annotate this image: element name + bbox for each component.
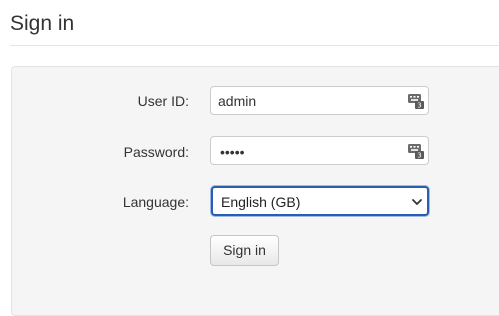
password-masked-value: ••••• [220,144,245,160]
user-id-input[interactable]: admin 3 [210,86,429,115]
password-input[interactable]: ••••• 3 [210,136,429,165]
svg-text:3: 3 [417,102,421,109]
password-manager-key-icon[interactable]: 3 [408,93,424,109]
password-manager-key-icon[interactable]: 3 [408,143,424,159]
language-label: Language: [122,194,189,210]
user-id-value: admin [218,93,257,109]
user-id-label: User ID: [137,93,189,109]
password-label: Password: [123,144,189,160]
language-select[interactable]: English (GB) [211,186,429,216]
language-selected-value: English (GB) [221,194,301,210]
chevron-down-icon [412,199,422,205]
page-title: Sign in [10,12,75,35]
title-divider [10,45,499,46]
sign-in-button[interactable]: Sign in [210,235,279,266]
svg-text:3: 3 [417,152,421,159]
